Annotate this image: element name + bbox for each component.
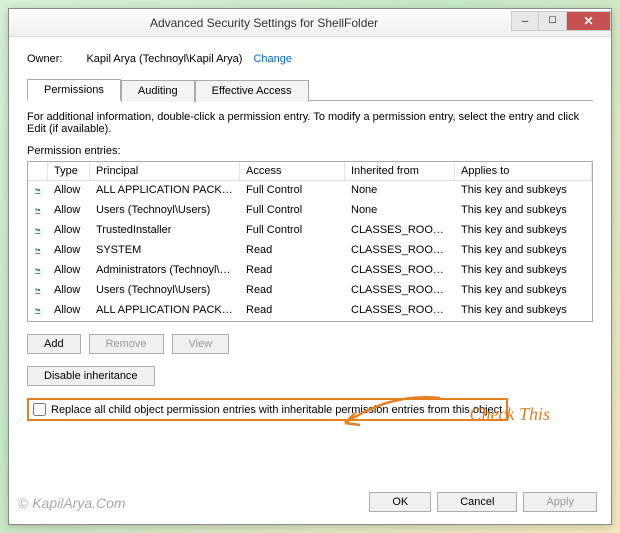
cell-principal: Administrators (Technoyl\Ad... <box>90 261 240 281</box>
cell-inherited: CLASSES_ROOT\CLSID... <box>345 281 455 301</box>
remove-button[interactable]: Remove <box>89 334 164 354</box>
cell-principal: TrustedInstaller <box>90 221 240 241</box>
replace-checkbox-row[interactable]: Replace all child object permission entr… <box>27 398 508 421</box>
content-area: Owner: Kapil Arya (Technoyl\Kapil Arya) … <box>9 37 611 484</box>
action-button-row: Add Remove View <box>27 334 593 354</box>
cell-type: Allow <box>48 301 90 321</box>
cell-type: Allow <box>48 201 90 221</box>
cell-type: Allow <box>48 221 90 241</box>
permission-grid: Type Principal Access Inherited from App… <box>27 161 593 322</box>
window-title: Advanced Security Settings for ShellFold… <box>17 16 511 30</box>
owner-row: Owner: Kapil Arya (Technoyl\Kapil Arya) … <box>27 53 593 65</box>
cell-principal: ALL APPLICATION PACKAGES <box>90 301 240 321</box>
apply-button[interactable]: Apply <box>523 492 597 512</box>
info-text: For additional information, double-click… <box>27 111 593 135</box>
cell-access: Full Control <box>240 181 345 201</box>
dialog-footer: OK Cancel Apply <box>9 484 611 524</box>
titlebar: Advanced Security Settings for ShellFold… <box>9 9 611 37</box>
principal-icon <box>28 221 48 241</box>
cell-applies: This key and subkeys <box>455 281 592 301</box>
cell-applies: This key and subkeys <box>455 261 592 281</box>
cell-inherited: CLASSES_ROOT\CLSID... <box>345 301 455 321</box>
principal-icon <box>28 301 48 321</box>
close-button[interactable]: ✕ <box>567 11 611 31</box>
cell-type: Allow <box>48 241 90 261</box>
ok-button[interactable]: OK <box>369 492 431 512</box>
security-settings-window: Advanced Security Settings for ShellFold… <box>8 8 612 525</box>
cell-principal: Users (Technoyl\Users) <box>90 281 240 301</box>
cell-inherited: None <box>345 201 455 221</box>
cell-inherited: CLASSES_ROOT\CLSID... <box>345 241 455 261</box>
view-button[interactable]: View <box>172 334 230 354</box>
table-row[interactable]: AllowUsers (Technoyl\Users)Full ControlN… <box>28 201 592 221</box>
disable-inheritance-row: Disable inheritance <box>27 366 593 386</box>
principal-icon <box>28 181 48 201</box>
cell-principal: ALL APPLICATION PACKAGES <box>90 181 240 201</box>
cell-type: Allow <box>48 261 90 281</box>
cell-access: Full Control <box>240 221 345 241</box>
change-owner-link[interactable]: Change <box>253 53 292 65</box>
cell-access: Read <box>240 261 345 281</box>
cell-applies: This key and subkeys <box>455 201 592 221</box>
window-buttons: ─ ☐ ✕ <box>511 11 611 31</box>
principal-icon <box>28 281 48 301</box>
tab-permissions[interactable]: Permissions <box>27 79 121 101</box>
cancel-button[interactable]: Cancel <box>437 492 517 512</box>
cell-applies: This key and subkeys <box>455 221 592 241</box>
table-row[interactable]: AllowTrustedInstallerFull ControlCLASSES… <box>28 221 592 241</box>
owner-label: Owner: <box>27 53 62 65</box>
add-button[interactable]: Add <box>27 334 81 354</box>
minimize-button[interactable]: ─ <box>511 11 539 31</box>
col-access[interactable]: Access <box>240 162 345 180</box>
principal-icon <box>28 261 48 281</box>
cell-type: Allow <box>48 281 90 301</box>
table-row[interactable]: AllowALL APPLICATION PACKAGESFull Contro… <box>28 181 592 201</box>
tab-auditing[interactable]: Auditing <box>121 80 195 102</box>
col-inherited[interactable]: Inherited from <box>345 162 455 180</box>
tab-strip: Permissions Auditing Effective Access <box>27 79 593 101</box>
grid-header: Type Principal Access Inherited from App… <box>28 162 592 181</box>
col-principal[interactable]: Principal <box>90 162 240 180</box>
entries-label: Permission entries: <box>27 145 593 157</box>
replace-checkbox-label: Replace all child object permission entr… <box>51 404 502 416</box>
cell-principal: Users (Technoyl\Users) <box>90 201 240 221</box>
owner-value: Kapil Arya (Technoyl\Kapil Arya) Change <box>86 53 292 65</box>
replace-checkbox[interactable] <box>33 403 46 416</box>
maximize-button[interactable]: ☐ <box>539 11 567 31</box>
col-type[interactable]: Type <box>48 162 90 180</box>
tab-effective-access[interactable]: Effective Access <box>195 80 309 102</box>
cell-inherited: CLASSES_ROOT\CLSID... <box>345 261 455 281</box>
table-row[interactable]: AllowUsers (Technoyl\Users)ReadCLASSES_R… <box>28 281 592 301</box>
principal-icon <box>28 201 48 221</box>
cell-inherited: None <box>345 181 455 201</box>
table-row[interactable]: AllowAdministrators (Technoyl\Ad...ReadC… <box>28 261 592 281</box>
cell-principal: SYSTEM <box>90 241 240 261</box>
cell-access: Read <box>240 281 345 301</box>
cell-applies: This key and subkeys <box>455 181 592 201</box>
table-row[interactable]: AllowALL APPLICATION PACKAGESReadCLASSES… <box>28 301 592 321</box>
cell-inherited: CLASSES_ROOT\CLSID... <box>345 221 455 241</box>
cell-applies: This key and subkeys <box>455 241 592 261</box>
cell-type: Allow <box>48 181 90 201</box>
cell-access: Full Control <box>240 201 345 221</box>
cell-applies: This key and subkeys <box>455 301 592 321</box>
cell-access: Read <box>240 241 345 261</box>
col-applies[interactable]: Applies to <box>455 162 592 180</box>
principal-icon <box>28 241 48 261</box>
cell-access: Read <box>240 301 345 321</box>
disable-inheritance-button[interactable]: Disable inheritance <box>27 366 155 386</box>
table-row[interactable]: AllowSYSTEMReadCLASSES_ROOT\CLSID...This… <box>28 241 592 261</box>
